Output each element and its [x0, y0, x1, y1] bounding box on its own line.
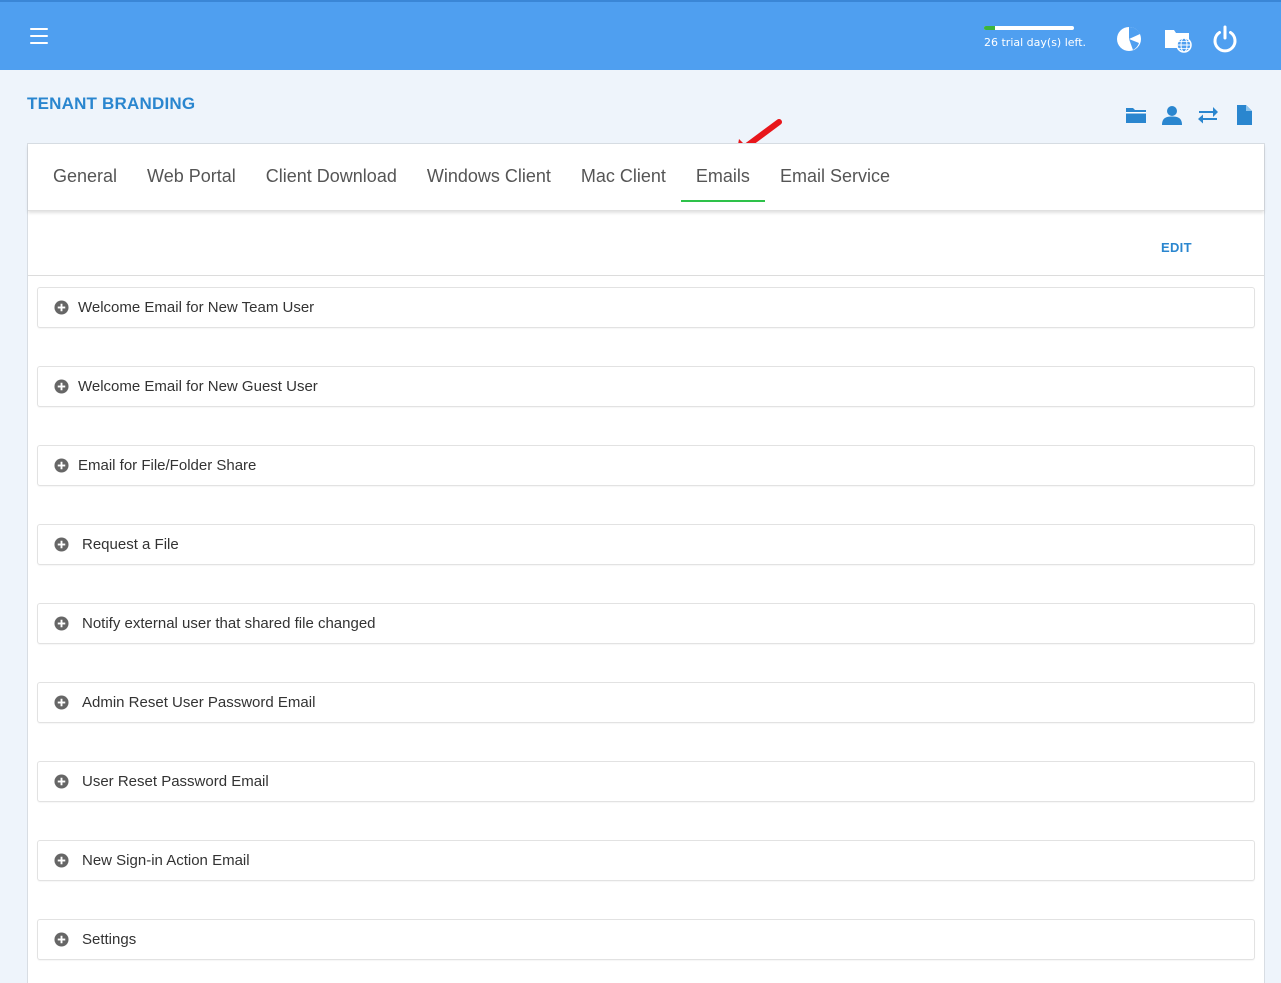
edit-button[interactable]: EDIT — [1161, 240, 1192, 255]
email-section-label: Request a File — [82, 536, 179, 553]
trial-indicator: 26 trial day(s) left. — [984, 26, 1087, 49]
expand-plus-icon[interactable] — [54, 537, 69, 552]
expand-plus-icon[interactable] — [54, 458, 69, 473]
expand-plus-icon[interactable] — [54, 932, 69, 947]
header-actions — [1125, 104, 1255, 126]
expand-plus-icon[interactable] — [54, 853, 69, 868]
expand-plus-icon[interactable] — [54, 774, 69, 789]
tab-email-service[interactable]: Email Service — [765, 144, 905, 202]
tab-emails[interactable]: Emails — [680, 144, 765, 202]
email-section-row[interactable]: Email for File/Folder Share — [37, 445, 1255, 486]
web-folder-icon[interactable] — [1163, 24, 1193, 54]
power-icon[interactable] — [1210, 24, 1240, 54]
panel-toolbar: EDIT — [28, 212, 1264, 276]
page-title: TENANT BRANDING — [27, 94, 196, 113]
email-section-row[interactable]: New Sign-in Action Email — [37, 840, 1255, 881]
tab-general[interactable]: General — [38, 144, 132, 202]
email-section-label: Welcome Email for New Team User — [78, 299, 315, 316]
tab-windows-client[interactable]: Windows Client — [412, 144, 566, 202]
document-icon[interactable] — [1233, 104, 1255, 126]
email-section-label: Welcome Email for New Guest User — [78, 378, 318, 395]
email-section-label: User Reset Password Email — [82, 773, 269, 790]
email-section-label: Email for File/Folder Share — [78, 457, 257, 474]
email-section-row[interactable]: Notify external user that shared file ch… — [37, 603, 1255, 644]
email-section-row[interactable]: Request a File — [37, 524, 1255, 565]
trial-progress-bar — [984, 26, 1074, 30]
tab-bar: General Web Portal Client Download Windows … — [28, 144, 1264, 211]
email-section-row[interactable]: Admin Reset User Password Email — [37, 682, 1255, 723]
tab-mac-client[interactable]: Mac Client — [566, 144, 681, 202]
email-section-label: Settings — [82, 931, 137, 948]
email-section-row[interactable]: Welcome Email for New Team User — [37, 287, 1255, 328]
tab-web-portal[interactable]: Web Portal — [132, 144, 251, 202]
email-sections: Welcome Email for New Team User Welcome E… — [37, 287, 1255, 983]
menu-icon[interactable] — [30, 28, 48, 44]
expand-plus-icon[interactable] — [54, 300, 69, 315]
email-section-row[interactable]: Settings — [37, 919, 1255, 960]
trial-progress-fill — [984, 26, 995, 30]
branding-panel: General Web Portal Client Download Windows … — [27, 143, 1265, 983]
top-bar: 26 trial day(s) left. — [0, 0, 1281, 70]
email-section-row[interactable]: User Reset Password Email — [37, 761, 1255, 802]
email-section-label: New Sign-in Action Email — [82, 852, 250, 869]
email-section-row[interactable]: Welcome Email for New Guest User — [37, 366, 1255, 407]
transfer-icon[interactable] — [1197, 104, 1219, 126]
folder-icon[interactable] — [1125, 104, 1147, 126]
expand-plus-icon[interactable] — [54, 379, 69, 394]
dashboard-icon[interactable] — [1115, 24, 1145, 54]
tab-client-download[interactable]: Client Download — [251, 144, 412, 202]
user-icon[interactable] — [1161, 104, 1183, 126]
expand-plus-icon[interactable] — [54, 616, 69, 631]
email-section-label: Admin Reset User Password Email — [82, 694, 316, 711]
expand-plus-icon[interactable] — [54, 695, 69, 710]
email-section-label: Notify external user that shared file ch… — [82, 615, 376, 632]
trial-text: 26 trial day(s) left. — [984, 36, 1087, 49]
